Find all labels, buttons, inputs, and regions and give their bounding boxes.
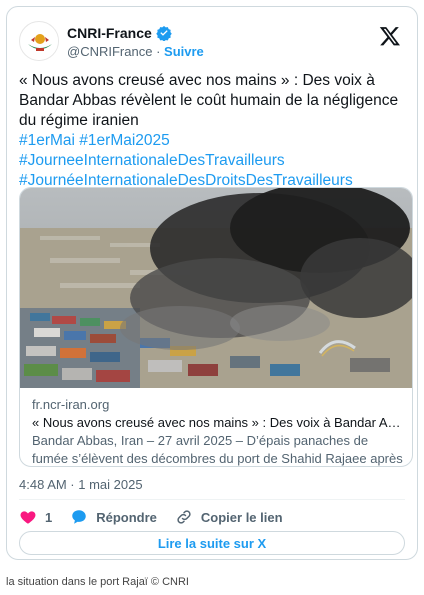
link-preview-text: fr.ncr-iran.org « Nous avons creusé avec… — [32, 396, 404, 466]
reply-button[interactable]: Répondre — [70, 508, 157, 526]
reply-bubble-icon — [72, 510, 86, 524]
hashtag-line-2[interactable]: #JourneeInternationaleDesTravailleurs — [19, 151, 409, 171]
heart-icon — [20, 511, 36, 524]
copy-link-button[interactable]: Copier le lien — [175, 508, 283, 526]
action-bar: 1 Répondre Copier le lien — [19, 507, 283, 527]
link-description: Bandar Abbas, Iran – 27 avril 2025 – D’é… — [32, 433, 403, 466]
link-title[interactable]: « Nous avons creusé avec nos mains » : D… — [32, 414, 404, 432]
read-more-button[interactable]: Lire la suite sur X — [19, 531, 405, 555]
tweet-header: CNRI-France @CNRIFrance · Suivre — [19, 19, 405, 63]
tweet-body: « Nous avons creusé avec nos mains » : D… — [19, 71, 409, 191]
divider — [19, 499, 405, 500]
x-logo-icon[interactable] — [379, 25, 401, 47]
avatar[interactable] — [19, 21, 59, 61]
author-handle[interactable]: @CNRIFrance — [67, 44, 152, 59]
tweet-text: « Nous avons creusé avec nos mains » : D… — [19, 72, 399, 129]
like-button[interactable]: 1 — [19, 508, 52, 526]
like-count: 1 — [45, 509, 53, 525]
reply-label: Répondre — [96, 509, 157, 525]
tweet-timestamp[interactable]: 4:48 AM · 1 mai 2025 — [19, 477, 143, 492]
follow-button[interactable]: Suivre — [164, 44, 204, 59]
port-fire-photo — [20, 188, 412, 388]
image-caption: la situation dans le port Rajaï © CNRI — [6, 576, 189, 588]
ncri-logo-icon — [21, 23, 58, 60]
hashtag-line-1[interactable]: #1erMai #1erMai2025 — [19, 131, 409, 151]
link-icon — [177, 510, 191, 524]
author-names: CNRI-France @CNRIFrance · Suivre — [67, 25, 204, 59]
link-preview-card[interactable]: fr.ncr-iran.org « Nous avons creusé avec… — [19, 187, 413, 467]
author-name[interactable]: CNRI-France — [67, 25, 152, 41]
verified-badge-icon — [156, 26, 172, 41]
link-domain[interactable]: fr.ncr-iran.org — [32, 396, 404, 414]
copy-link-label: Copier le lien — [200, 509, 283, 525]
handle-separator: · — [156, 44, 161, 59]
tweet-embed-card: CNRI-France @CNRIFrance · Suivre « Nous … — [6, 6, 418, 560]
